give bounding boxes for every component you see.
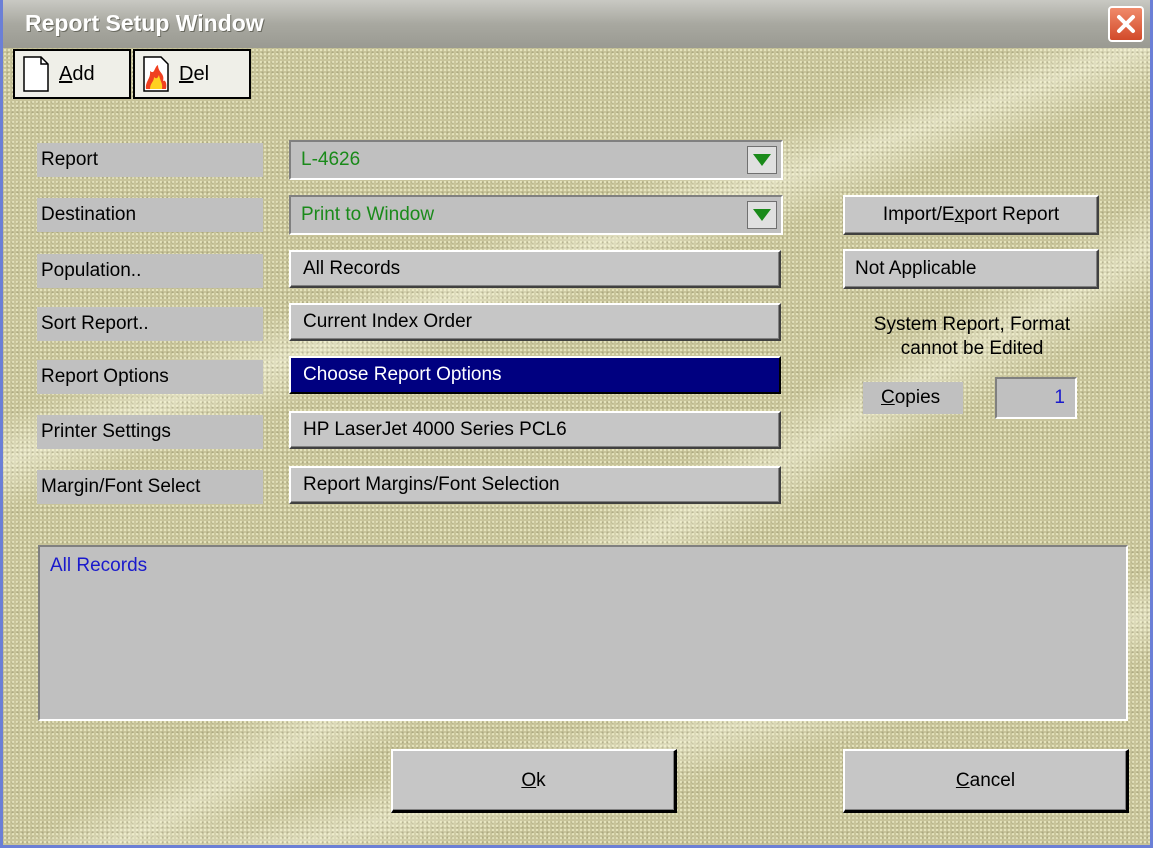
population-summary-box[interactable]: All Records	[38, 545, 1128, 721]
not-applicable-button[interactable]: Not Applicable	[843, 249, 1099, 289]
add-label: Add	[59, 62, 95, 85]
destination-dropdown-button[interactable]	[747, 201, 777, 229]
title-bar[interactable]: Report Setup Window	[3, 0, 1150, 48]
burning-document-icon	[143, 56, 169, 92]
copies-input[interactable]: 1	[995, 377, 1077, 419]
printer-settings-label: Printer Settings	[37, 415, 263, 449]
report-options-button[interactable]: Choose Report Options	[289, 356, 781, 394]
close-button[interactable]	[1108, 6, 1144, 42]
window-title: Report Setup Window	[25, 10, 264, 36]
destination-label: Destination	[37, 198, 263, 232]
report-dropdown-button[interactable]	[747, 146, 777, 174]
import-export-report-button[interactable]: Import/Export Report	[843, 195, 1099, 235]
ok-button[interactable]: Ok	[391, 749, 677, 813]
report-select[interactable]: L-4626	[289, 140, 783, 180]
del-button[interactable]: Del	[133, 49, 251, 99]
dropdown-arrow-icon	[753, 154, 771, 166]
printer-settings-button[interactable]: HP LaserJet 4000 Series PCL6	[289, 411, 781, 449]
report-label: Report	[37, 143, 263, 177]
cancel-button[interactable]: Cancel	[843, 749, 1129, 813]
close-icon	[1117, 15, 1135, 33]
copies-label: Copies	[863, 382, 963, 414]
sort-report-label: Sort Report..	[37, 307, 263, 341]
system-report-note: System Report, Format cannot be Edited	[873, 314, 1071, 359]
del-label: Del	[179, 62, 210, 85]
sort-report-button[interactable]: Current Index Order	[289, 303, 781, 341]
margin-font-label: Margin/Font Select	[37, 470, 263, 504]
dropdown-arrow-icon	[753, 209, 771, 221]
destination-select[interactable]: Print to Window	[289, 195, 783, 235]
report-value: L-4626	[301, 149, 361, 170]
population-button[interactable]: All Records	[289, 250, 781, 288]
report-options-label: Report Options	[37, 360, 263, 394]
population-label: Population..	[37, 254, 263, 288]
new-document-icon	[23, 56, 49, 92]
population-summary-text: All Records	[50, 555, 148, 576]
report-setup-window: Report Setup Window Add Del Report Desti…	[0, 0, 1153, 848]
destination-value: Print to Window	[301, 204, 435, 225]
add-button[interactable]: Add	[13, 49, 131, 99]
margin-font-button[interactable]: Report Margins/Font Selection	[289, 466, 781, 504]
